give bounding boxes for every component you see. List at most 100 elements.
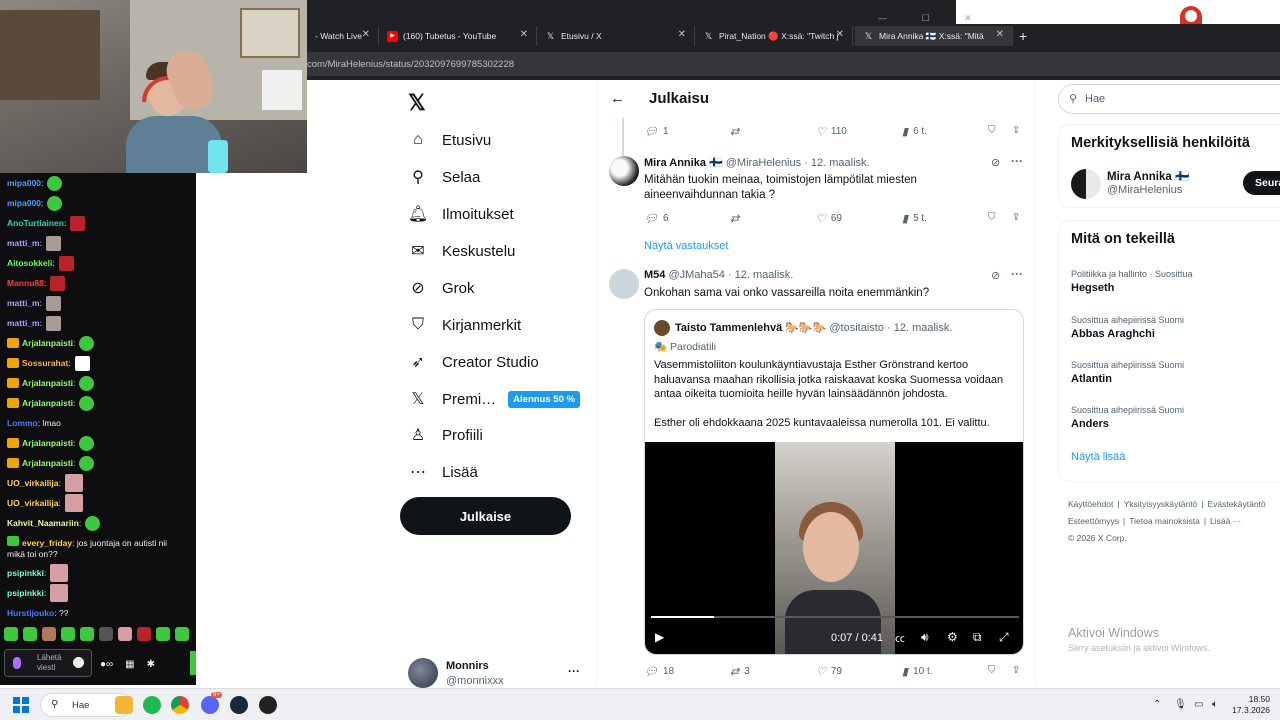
grok-icon[interactable]: ⊘ [991, 156, 1000, 169]
more-icon[interactable]: ··· [568, 664, 580, 678]
avatar[interactable] [654, 320, 670, 336]
post-button[interactable]: Julkaise [400, 497, 571, 535]
account-switcher[interactable]: Monnirs @monnixxx ··· [408, 658, 583, 690]
nav-item-grok[interactable]: ⊘ Grok [408, 273, 474, 303]
reply-action[interactable]: 💬︎ 18 [644, 665, 674, 678]
obs-icon[interactable] [259, 696, 277, 714]
taskbar-clock[interactable]: 18.50 17.3.2026 [1230, 694, 1270, 716]
avatar[interactable] [609, 156, 639, 186]
discord-icon[interactable] [201, 696, 219, 714]
footer-link[interactable]: Esteettömyys [1068, 516, 1119, 526]
chat-username[interactable]: Arjalanpaisti [22, 398, 73, 409]
share-button[interactable]: ⇪ [1012, 125, 1020, 136]
nav-item-bell[interactable]: 🔔︎ Ilmoitukset [408, 199, 514, 229]
avatar[interactable] [609, 269, 639, 299]
emote-icon[interactable] [80, 627, 94, 641]
chat-username[interactable]: AnoTurtiainen [7, 218, 64, 229]
views-action[interactable]: ▮ 10 t. [902, 665, 933, 678]
author-name[interactable]: Mira Annika 🇫🇮 [644, 157, 723, 169]
nav-item-x-premium[interactable]: 𝕏 Premi… Alennus 50 % [408, 384, 580, 414]
emote-icon[interactable] [61, 627, 75, 641]
repost-action[interactable]: ⇄ [730, 212, 744, 225]
address-bar[interactable]: com/MiraHelenius/status/2032097699785302… [307, 52, 1280, 76]
trend-item[interactable]: Suosittua aihepiirissä Suomi Anders [1071, 405, 1184, 430]
grok-icon[interactable]: ⊘ [991, 269, 1000, 282]
share-button[interactable]: ⇪ [1012, 212, 1020, 223]
chat-username[interactable]: Kahvit_Naamariin [7, 518, 79, 529]
show-more-link[interactable]: Näytä lisää [1071, 451, 1125, 463]
chat-username[interactable]: Arjalanpaisti [22, 338, 73, 349]
chat-username[interactable]: Lommo [7, 418, 38, 429]
new-tab-button[interactable]: + [1019, 28, 1027, 44]
follow-button[interactable]: Seura [1243, 171, 1280, 195]
chat-username[interactable]: UO_virkailija [7, 498, 59, 509]
close-tab-icon[interactable]: ✕ [996, 29, 1004, 40]
author-name[interactable]: M54 [644, 269, 665, 281]
speaker-icon[interactable]: 🔈︎ [1212, 699, 1218, 710]
bookmark-button[interactable]: ⛉ [988, 212, 996, 223]
footer-link[interactable]: Käyttöehdot [1068, 499, 1113, 509]
views-action[interactable]: ▮ 6 t. [902, 125, 927, 138]
footer-link[interactable]: Tietoa mainoksista [1129, 516, 1200, 526]
settings-icon[interactable]: ⚙ [947, 630, 958, 644]
chrome-icon[interactable] [171, 696, 189, 714]
chat-input[interactable]: Lähetä viesti [4, 649, 92, 677]
chat-username[interactable]: Arjalanpaisti [22, 458, 73, 469]
repost-action[interactable]: ⇄ 3 [730, 665, 750, 678]
trend-item[interactable]: Politiikka ja hallinto · Suosittua Hegset… [1071, 269, 1193, 294]
chat-username[interactable]: Arjalanpaisti [22, 438, 73, 449]
window-controls[interactable]: — ☐ ✕ [878, 13, 988, 24]
chat-username[interactable]: psipinkki [7, 568, 44, 579]
tab-watch-live[interactable]: - Watch Live ✕ [307, 26, 379, 46]
mic-icon[interactable] [13, 657, 21, 669]
close-tab-icon[interactable]: ✕ [520, 29, 528, 40]
chat-username[interactable]: mipa000 [7, 198, 41, 209]
views-action[interactable]: ▮ 5 t. [902, 212, 927, 225]
spotify-icon[interactable] [143, 696, 161, 714]
chat-username[interactable]: mipa000 [7, 178, 41, 189]
footer-link[interactable]: Yksityisyyskäytäntö [1124, 499, 1198, 509]
tab-etusivu[interactable]: 𝕏 Etusivu / X ✕ [537, 26, 695, 46]
nav-item-mail[interactable]: ✉ Keskustelu [408, 236, 515, 266]
chat-username[interactable]: Mannu88 [7, 278, 44, 289]
store-icon[interactable]: ▦ [125, 659, 134, 670]
show-replies-link[interactable]: Näytä vastaukset [644, 240, 728, 252]
fullscreen-icon[interactable]: ⤢ [999, 630, 1009, 645]
chevron-up-icon[interactable]: ⌃ [1153, 699, 1161, 710]
nav-item-home[interactable]: ⌂ Etusivu [408, 125, 491, 155]
emote-icon[interactable] [137, 627, 151, 641]
chat-username[interactable]: matti_m [7, 238, 40, 249]
monitor-icon[interactable]: ▭ [1194, 699, 1203, 710]
close-tab-icon[interactable]: ✕ [836, 29, 844, 40]
trend-item[interactable]: Suosittua aihepiirissä Suomi Abbas Araghc… [1071, 315, 1184, 340]
nav-item-search[interactable]: ⚲ Selaa [408, 162, 480, 192]
emote-icon[interactable] [156, 627, 170, 641]
chat-username[interactable]: UO_virkailija [7, 478, 59, 489]
more-icon[interactable]: ··· [1011, 154, 1023, 168]
emote-bar[interactable] [4, 627, 189, 641]
settings-icon[interactable]: ✱ [147, 659, 155, 670]
like-action[interactable]: ♡ 79 [816, 665, 842, 678]
video-progress-bar[interactable] [651, 616, 1019, 618]
close-tab-icon[interactable]: ✕ [678, 29, 686, 40]
like-action[interactable]: ♡ 69 [816, 212, 842, 225]
video-player[interactable]: ▶ 0:07 / 0:41 ㏄ 🔊︎ ⚙ ⧉ ⤢ [645, 442, 1023, 654]
emote-icon[interactable] [4, 627, 18, 641]
back-arrow-icon[interactable]: ← [610, 90, 625, 107]
chat-username[interactable]: Sossurahat [22, 358, 68, 369]
footer-link[interactable]: Lisää ··· [1210, 516, 1241, 526]
emote-icon[interactable] [175, 627, 189, 641]
chat-username[interactable]: matti_m [7, 318, 40, 329]
reply-action[interactable]: 💬︎ 6 [644, 212, 669, 225]
emote-icon[interactable] [23, 627, 37, 641]
chat-username[interactable]: psipinkki [7, 588, 44, 599]
repost-action[interactable]: ⇄ [730, 125, 744, 138]
play-icon[interactable]: ▶ [655, 630, 664, 644]
nav-item-more[interactable]: ⋯ Lisää [408, 457, 478, 487]
volume-icon[interactable]: 🔊︎ [921, 630, 929, 645]
nav-item-rocket[interactable]: ➶ Creator Studio [408, 347, 538, 377]
emote-icon[interactable] [118, 627, 132, 641]
tab-youtube[interactable]: ▶ (160) Tubetus - YouTube ✕ [379, 26, 537, 46]
chat-username[interactable]: Arjalanpaisti [22, 378, 73, 389]
emote-icon[interactable] [42, 627, 56, 641]
